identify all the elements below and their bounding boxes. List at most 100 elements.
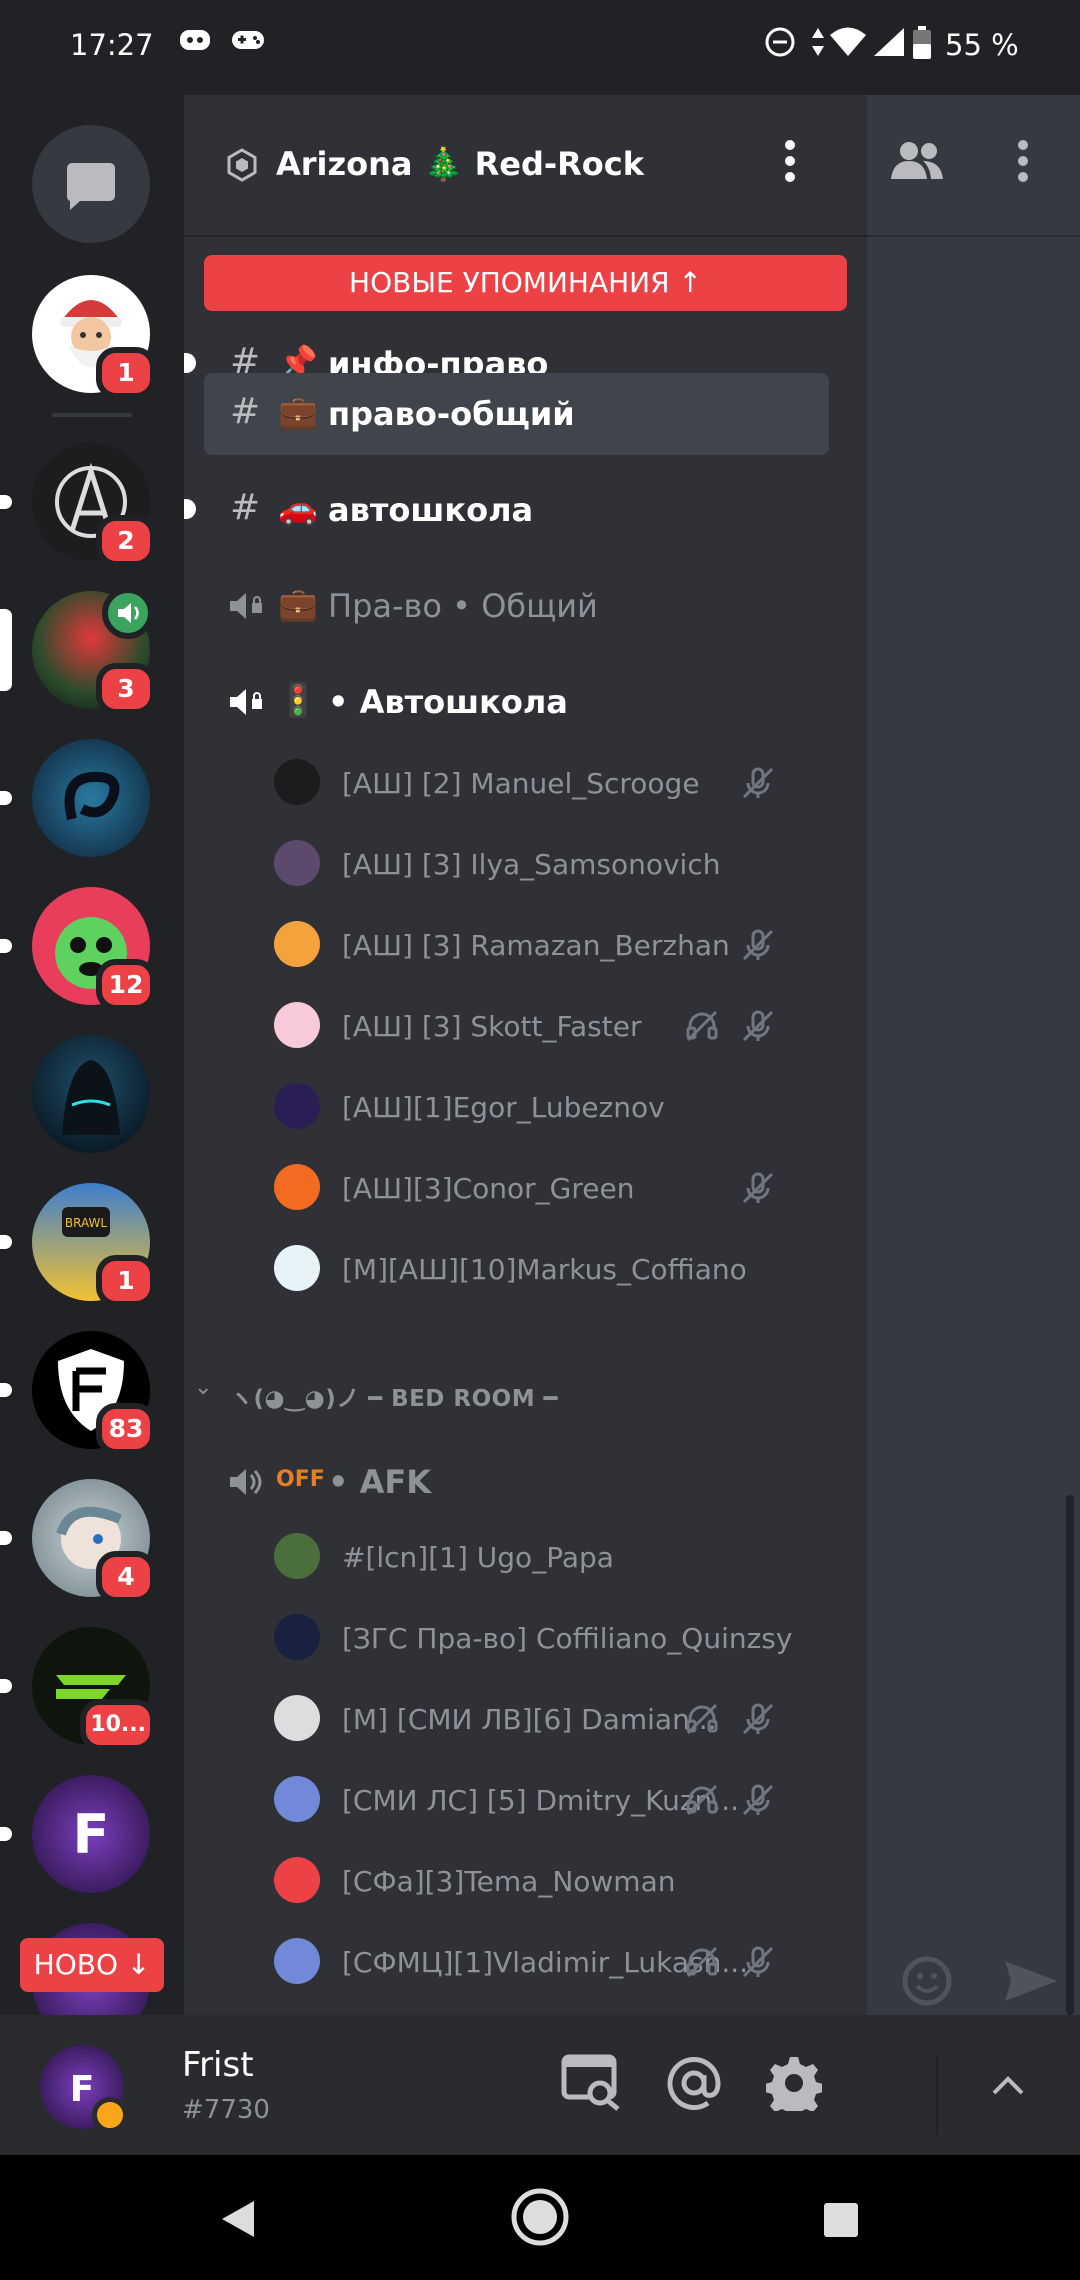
server-icon-energy[interactable]: 10... (0, 1627, 156, 1751)
server-icon-f[interactable]: F (0, 1775, 150, 1893)
back-icon[interactable] (218, 2197, 258, 2245)
server-icon-christmas[interactable]: 3 (0, 587, 156, 715)
unread-indicator (184, 353, 196, 373)
emoji-icon[interactable] (901, 1955, 953, 2011)
muted-icon (740, 1170, 776, 1213)
voice-channel-pravo-obshchiy[interactable]: 💼 Пра-во • Общий (204, 565, 829, 647)
server-icon-masked[interactable] (32, 1035, 150, 1153)
server-header[interactable]: Arizona 🎄 Red-Rock (184, 95, 867, 237)
clock: 17:27 (70, 28, 154, 62)
chevron-up-icon[interactable] (988, 2073, 1028, 2103)
server-icon-anarchy[interactable]: 2 (0, 443, 156, 567)
server-icon-shield[interactable]: 83 (0, 1331, 156, 1455)
voice-user[interactable]: [М] [СМИ ЛВ][6] Damian... (274, 1683, 834, 1753)
voice-user-name: [АШ] [2] Manuel_Scrooge (342, 767, 700, 800)
voice-user-name: [ЗГС Пра-во] Coffiliano_Quinzsy (342, 1622, 793, 1655)
user-avatar (274, 840, 320, 886)
server-discovery-icon[interactable] (560, 2051, 622, 2117)
muted-icon (740, 927, 776, 970)
voice-channel-afk[interactable]: OFF • AFK (204, 1441, 829, 1523)
unread-indicator (0, 1235, 12, 1249)
server-list: 1 2 3 12 BRAWL 1 83 4 10... F НОВО ↓ (0, 95, 184, 2015)
locked-voice-icon (228, 589, 266, 631)
voice-user[interactable]: [АШ] [3] Ramazan_Berzhan (274, 909, 834, 979)
recents-icon[interactable] (822, 2201, 860, 2243)
user-avatar (274, 1164, 320, 1210)
channel-name: автошкола (328, 491, 534, 529)
new-mentions-banner[interactable]: НОВЫЕ УПОМИНАНИЯ ↑ (204, 255, 847, 311)
selected-indicator (0, 609, 12, 691)
user-avatar (274, 1002, 320, 1048)
unread-indicator (0, 939, 12, 953)
muted-icon (740, 1701, 776, 1744)
member-list-icon[interactable] (887, 139, 947, 187)
voice-user[interactable]: [АШ] [2] Manuel_Scrooge (274, 747, 834, 817)
voice-user[interactable]: [АШ][3]Conor_Green (274, 1152, 834, 1222)
username: Frist (182, 2045, 254, 2085)
send-icon[interactable] (1001, 1957, 1061, 2009)
wifi-icon (828, 26, 868, 65)
idle-status-icon (92, 2097, 128, 2133)
mention-badge: 10... (80, 1699, 156, 1751)
voice-user[interactable]: #[lcn][1] Ugo_Papa (274, 1521, 834, 1591)
channel-avtoshkola[interactable]: # 🚗 автошкола (184, 469, 829, 551)
server-icon-brawl-spike[interactable]: 12 (0, 887, 156, 1011)
server-icon-1[interactable]: 1 (32, 275, 156, 399)
unread-indicator (0, 1383, 12, 1397)
mention-badge: 3 (96, 663, 156, 715)
category-name: ヽ(◕‿◕)ノ ━ BED ROOM ━ (230, 1386, 558, 1412)
user-avatar (274, 921, 320, 967)
channel-pane: Arizona 🎄 Red-Rock # 📌 инфо-право НОВЫЕ … (184, 95, 867, 2015)
voice-user[interactable]: [СМИ ЛС] [5] Dmitry_Kuzn... (274, 1764, 834, 1834)
voice-user-name: [АШ][1]Egor_Lubeznov (342, 1091, 665, 1124)
user-discriminator: #7730 (182, 2095, 270, 2125)
voice-user[interactable]: [АШ][1]Egor_Lubeznov (274, 1071, 834, 1141)
mention-badge: 1 (96, 1255, 156, 1307)
muted-icon (740, 1782, 776, 1825)
gamepad-icon (230, 26, 266, 61)
voice-user[interactable]: [АШ] [3] Ilya_Samsonovich (274, 828, 834, 898)
masked-person-icon (62, 1060, 120, 1135)
direct-messages-button[interactable] (32, 125, 150, 243)
server-icon-snake[interactable] (0, 739, 150, 857)
user-panel: F Frist #7730 (0, 2015, 1080, 2155)
home-icon[interactable] (510, 2187, 570, 2251)
user-avatar[interactable]: F (40, 2045, 128, 2133)
server-divider (52, 413, 132, 417)
user-avatar (274, 1083, 320, 1129)
muted-icon (740, 1008, 776, 1051)
unread-indicator (184, 499, 196, 519)
unread-indicator (0, 1827, 12, 1841)
new-unreads-button[interactable]: НОВО ↓ (20, 1938, 164, 1992)
voice-user[interactable]: [ЗГС Пра-во] Coffiliano_Quinzsy (274, 1602, 834, 1672)
server-icon-anime[interactable]: 4 (0, 1479, 156, 1603)
voice-user[interactable]: [СФМЦ][1]Vladimir_Lukash... (274, 1926, 834, 1996)
scrollbar[interactable] (1066, 1495, 1074, 2015)
deafened-icon (684, 1782, 720, 1825)
text-channel-icon: # (230, 487, 261, 528)
more-options-icon[interactable] (784, 137, 796, 189)
mentions-icon[interactable] (666, 2055, 722, 2115)
text-channel-icon: # (230, 391, 261, 432)
deafened-icon (684, 1701, 720, 1744)
more-options-icon[interactable] (1017, 137, 1029, 189)
status-bar: 17:27 55 % (0, 0, 1080, 95)
channel-pravo-obshchiy[interactable]: # 💼 право-общий (204, 373, 829, 455)
unread-indicator (0, 791, 12, 805)
channel-name: Пра-во • Общий (328, 587, 598, 625)
voice-user[interactable]: [АШ] [3] Skott_Faster (274, 990, 834, 1060)
voice-user[interactable]: [СФа][3]Tema_Nowman (274, 1845, 834, 1915)
deafened-icon (684, 1008, 720, 1051)
voice-channel-avtoshkola[interactable]: 🚦 • Автошкола (204, 661, 829, 743)
gear-icon[interactable] (765, 2055, 823, 2119)
voice-user[interactable]: [М][АШ][10]Markus_Coffiano (274, 1233, 834, 1303)
voice-active-icon (102, 587, 154, 639)
unread-indicator (0, 1531, 12, 1545)
mention-badge: 2 (96, 515, 156, 567)
category-bed-room[interactable]: ⌄ ヽ(◕‿◕)ノ ━ BED ROOM ━ (194, 1367, 794, 1417)
server-icon-brawl-stars[interactable]: BRAWL 1 (0, 1183, 156, 1307)
unread-indicator (0, 495, 12, 509)
voice-user-name: [АШ] [3] Ilya_Samsonovich (342, 848, 721, 881)
voice-user-name: [М][АШ][10]Markus_Coffiano (342, 1253, 747, 1286)
voice-user-name: [АШ] [3] Skott_Faster (342, 1010, 642, 1043)
